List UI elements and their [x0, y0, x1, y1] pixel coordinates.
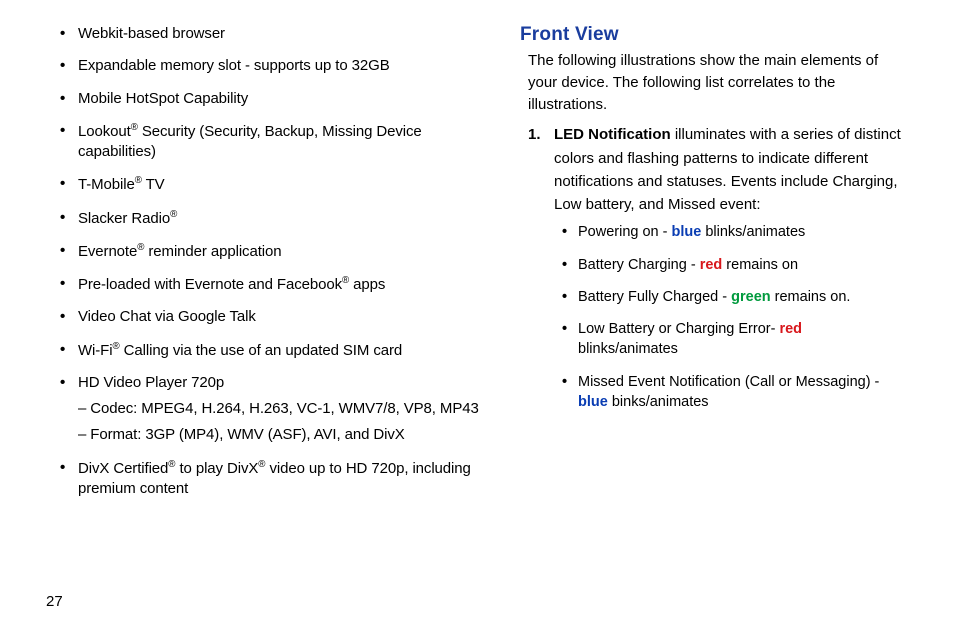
color-blue: blue — [578, 394, 608, 410]
color-red: red — [779, 321, 802, 337]
text: Low Battery or Charging Error- — [578, 321, 779, 337]
color-blue: blue — [672, 224, 702, 240]
numbered-list: 1. LED Notification illuminates with a s… — [520, 123, 904, 412]
reg-mark: ® — [170, 209, 177, 220]
page-number: 27 — [46, 593, 63, 610]
list-item: Low Battery or Charging Error- red blink… — [578, 319, 904, 360]
sub-bullet-list: Powering on - blue blinks/animates Batte… — [554, 222, 904, 412]
text: remains on — [722, 257, 798, 273]
text: T-Mobile — [78, 176, 135, 193]
text: Wi-Fi — [78, 342, 112, 359]
reg-mark: ® — [131, 122, 138, 133]
list-item: Pre-loaded with Evernote and Facebook® a… — [78, 274, 480, 295]
text: Powering on - — [578, 224, 672, 240]
text: Lookout — [78, 123, 131, 140]
text: DivX Certified — [78, 460, 168, 477]
list-item: Battery Charging - red remains on — [578, 255, 904, 275]
list-item: Wi-Fi® Calling via the use of an updated… — [78, 340, 480, 361]
text: apps — [349, 276, 385, 293]
list-item: Video Chat via Google Talk — [78, 307, 480, 327]
text: Evernote — [78, 243, 137, 260]
led-label: LED Notification — [554, 126, 671, 143]
list-item: Expandable memory slot - supports up to … — [78, 56, 480, 76]
left-column: Webkit-based browser Expandable memory s… — [50, 24, 480, 511]
list-item: Lookout® Security (Security, Backup, Mis… — [78, 121, 480, 163]
list-item: Missed Event Notification (Call or Messa… — [578, 372, 904, 413]
text: blinks/animates — [578, 341, 678, 357]
text: TV — [142, 176, 165, 193]
text: Calling via the use of an updated SIM ca… — [120, 342, 403, 359]
list-item: Battery Fully Charged - green remains on… — [578, 287, 904, 307]
text: remains on. — [771, 289, 851, 305]
reg-mark: ® — [112, 341, 119, 352]
page-columns: Webkit-based browser Expandable memory s… — [50, 24, 904, 511]
text: Battery Fully Charged - — [578, 289, 731, 305]
list-item: 1. LED Notification illuminates with a s… — [554, 123, 904, 412]
sub-line: – Format: 3GP (MP4), WMV (ASF), AVI, and… — [78, 425, 480, 445]
text: Pre-loaded with Evernote and Facebook — [78, 276, 342, 293]
list-item: HD Video Player 720p – Codec: MPEG4, H.2… — [78, 373, 480, 446]
text: Slacker Radio — [78, 210, 170, 227]
color-green: green — [731, 289, 771, 305]
list-item: DivX Certified® to play DivX® video up t… — [78, 458, 480, 500]
right-column: Front View The following illustrations s… — [520, 24, 904, 511]
feature-list: Webkit-based browser Expandable memory s… — [50, 24, 480, 499]
color-red: red — [700, 257, 723, 273]
reg-mark: ® — [342, 275, 349, 286]
text: Missed Event Notification (Call or Messa… — [578, 374, 879, 390]
list-item: Mobile HotSpot Capability — [78, 89, 480, 109]
section-intro: The following illustrations show the mai… — [528, 50, 904, 115]
list-item: Powering on - blue blinks/animates — [578, 222, 904, 242]
text: blinks/animates — [701, 224, 805, 240]
text: to play DivX — [175, 460, 258, 477]
list-item: Slacker Radio® — [78, 208, 480, 229]
text: binks/animates — [608, 394, 709, 410]
section-heading: Front View — [520, 24, 904, 46]
list-item: Webkit-based browser — [78, 24, 480, 44]
sub-line: – Codec: MPEG4, H.264, H.263, VC-1, WMV7… — [78, 399, 480, 419]
item-number: 1. — [528, 123, 541, 146]
text: reminder application — [144, 243, 281, 260]
reg-mark: ® — [135, 175, 142, 186]
text: HD Video Player 720p — [78, 374, 224, 391]
text: Battery Charging - — [578, 257, 700, 273]
list-item: Evernote® reminder application — [78, 241, 480, 262]
list-item: T-Mobile® TV — [78, 174, 480, 195]
